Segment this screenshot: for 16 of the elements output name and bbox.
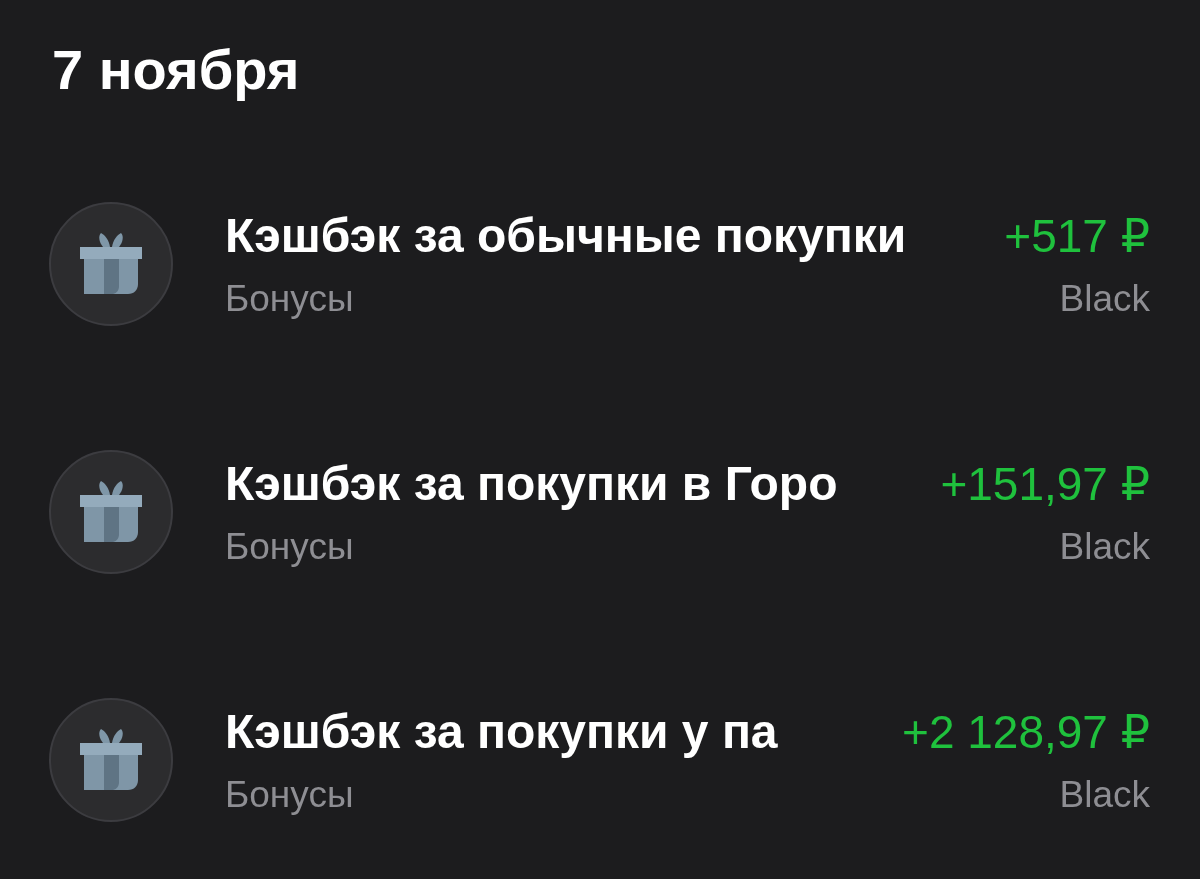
gift-icon bbox=[49, 202, 173, 326]
transaction-amount: +517 ₽ bbox=[1004, 209, 1150, 264]
transaction-title: Кэшбэк за обычные покупки bbox=[225, 208, 907, 264]
account-label: Black bbox=[1059, 277, 1150, 321]
transaction-amount: +2 128,97 ₽ bbox=[902, 705, 1150, 760]
account-label: Black bbox=[1059, 773, 1150, 817]
gift-icon bbox=[49, 698, 173, 822]
account-label: Black bbox=[1059, 525, 1150, 569]
category-label: Бонусы bbox=[225, 773, 354, 817]
transaction-title: Кэшбэк за покупки в Горо bbox=[225, 456, 838, 512]
transaction-amount: +151,97 ₽ bbox=[940, 457, 1150, 512]
category-label: Бонусы bbox=[225, 277, 354, 321]
date-heading: 7 ноября bbox=[52, 37, 300, 103]
transaction-title: Кэшбэк за покупки у па bbox=[225, 704, 778, 760]
gift-icon bbox=[49, 450, 173, 574]
category-label: Бонусы bbox=[225, 525, 354, 569]
